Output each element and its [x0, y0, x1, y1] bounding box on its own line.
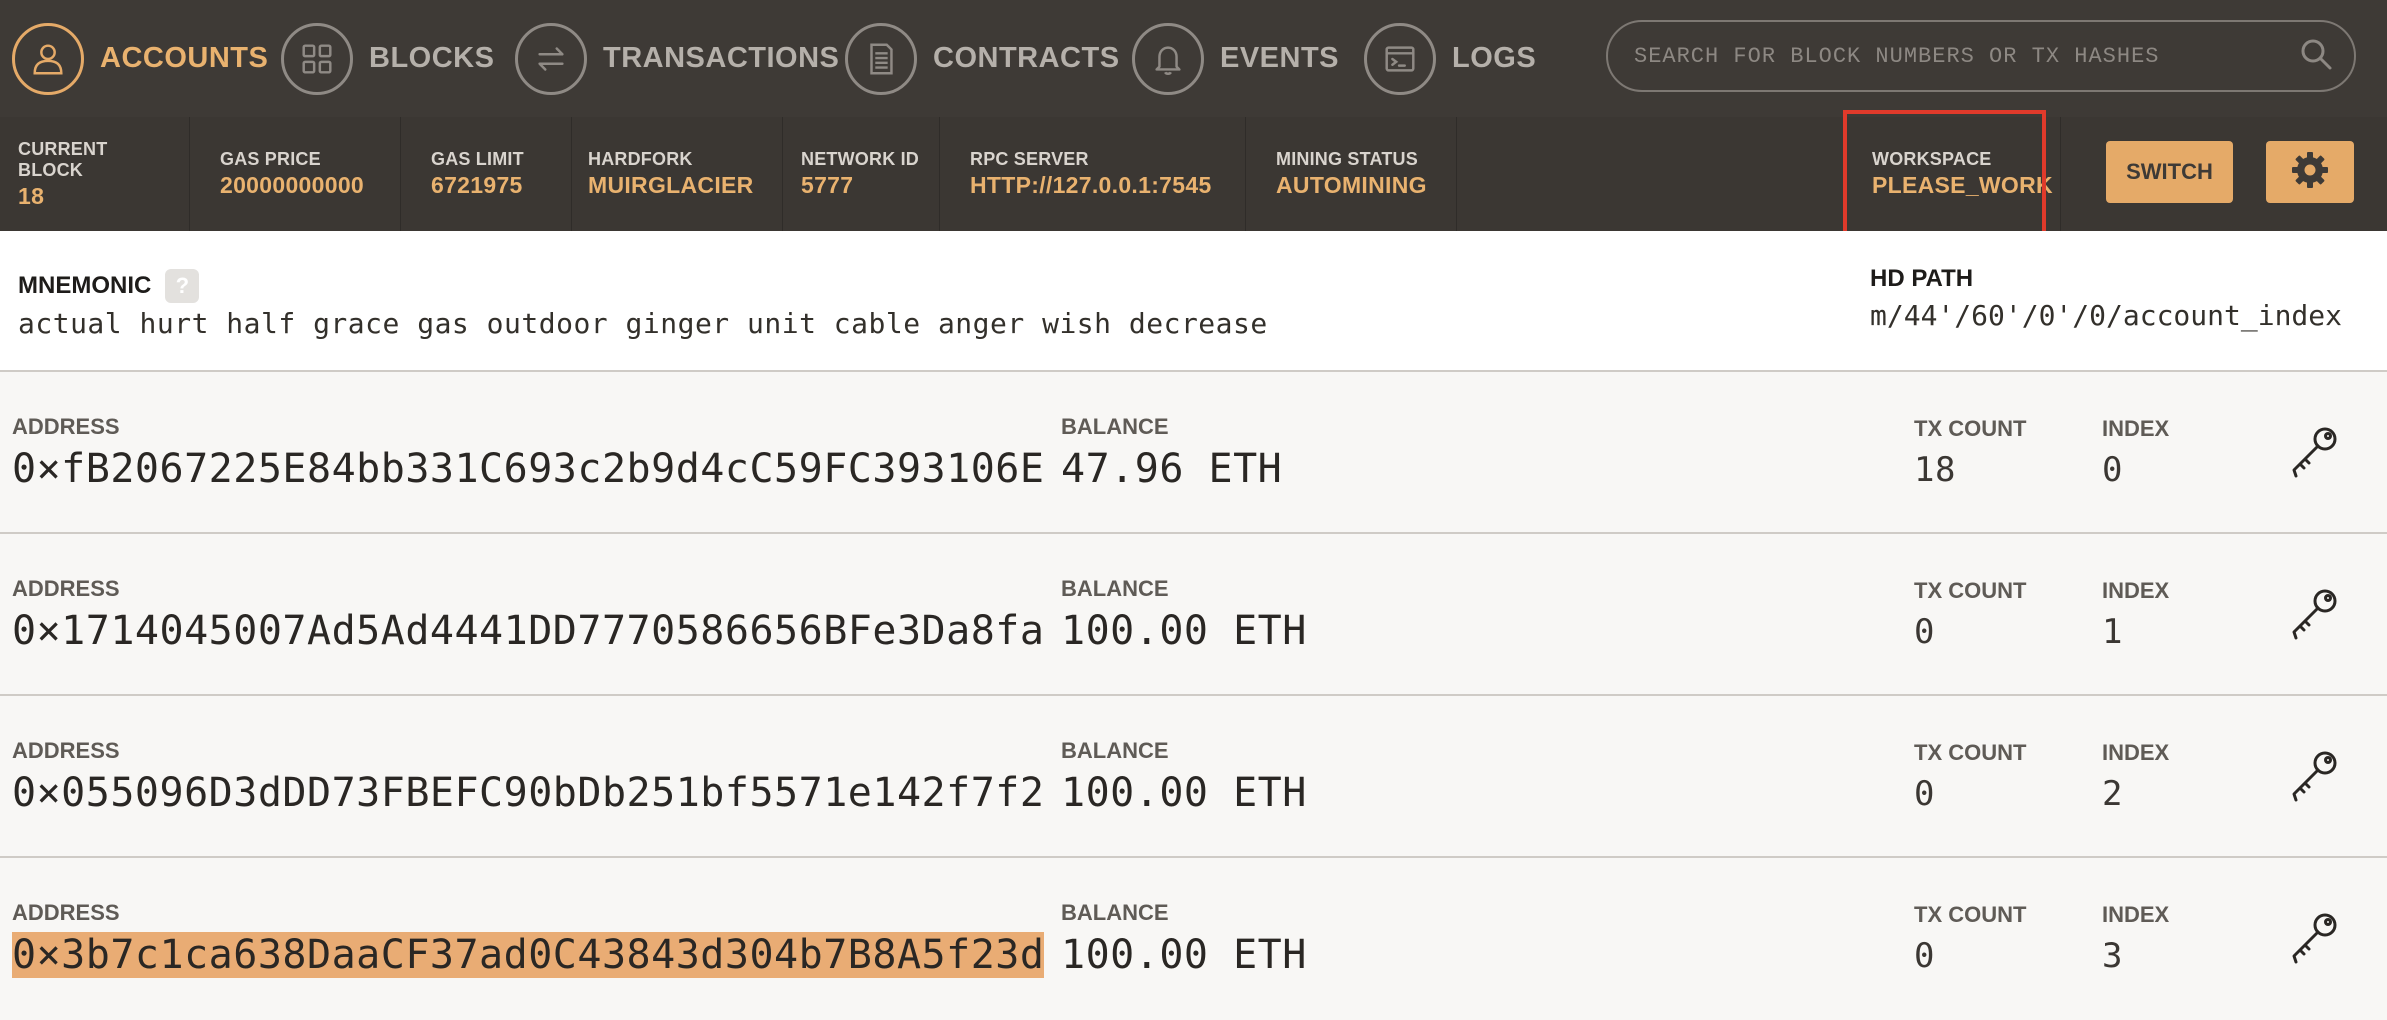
nav-label-accounts: ACCOUNTS [100, 42, 269, 74]
nav-label-contracts: CONTRACTS [933, 42, 1120, 74]
stat-value: 6721975 [431, 172, 523, 198]
nav-accounts[interactable]: ACCOUNTS [12, 0, 268, 117]
account-index: 0 [2102, 450, 2123, 490]
stat-workspace: WORKSPACE PLEASE_WORK [1854, 117, 2071, 231]
account-row: ADDRESS 0×3b7c1ca638DaaCF37ad0C43843d304… [0, 858, 2387, 1020]
mnemonic-title-row: MNEMONIC ? [18, 269, 200, 303]
tx-count-label: TX COUNT [1914, 740, 2027, 765]
stat-mining-status: MINING STATUS AUTOMINING [1246, 117, 1457, 231]
stat-network-id: NETWORK ID 5777 [783, 117, 940, 231]
nav-label-transactions: TRANSACTIONS [603, 42, 840, 74]
address-label: ADDRESS [12, 738, 120, 763]
tx-count-label: TX COUNT [1914, 902, 2027, 927]
stat-label: HARDFORK [588, 149, 693, 169]
nav-label-events: EVENTS [1220, 42, 1340, 74]
key-icon[interactable] [2282, 422, 2342, 482]
key-icon[interactable] [2282, 746, 2342, 806]
stat-value: 18 [18, 182, 45, 209]
nav-contracts[interactable]: CONTRACTS [845, 0, 1120, 117]
account-index: 2 [2102, 774, 2123, 814]
stat-label: WORKSPACE [1872, 149, 1992, 169]
address-label: ADDRESS [12, 414, 120, 439]
index-label: INDEX [2102, 578, 2170, 603]
address-label: ADDRESS [12, 900, 120, 925]
nav-blocks[interactable]: BLOCKS [281, 0, 494, 117]
gear-icon [2289, 149, 2331, 196]
account-balance: 100.00 ETH [1061, 608, 1307, 654]
key-icon[interactable] [2282, 908, 2342, 968]
search-bar [1606, 20, 2356, 92]
account-address[interactable]: 0×fB2067225E84bb331C693c2b9d4cC59FC39310… [12, 446, 1044, 492]
tx-count-label: TX COUNT [1914, 416, 2027, 441]
stat-gas-limit: GAS LIMIT 6721975 [401, 117, 572, 231]
balance-label: BALANCE [1061, 738, 1169, 763]
stat-label: NETWORK ID [801, 149, 919, 169]
accounts-list: ADDRESS 0×fB2067225E84bb331C693c2b9d4cC5… [0, 372, 2387, 1020]
nav-label-blocks: BLOCKS [369, 42, 495, 74]
search-input[interactable] [1634, 43, 2298, 69]
account-row: ADDRESS 0×055096D3dDD73FBEFC90bDb251bf55… [0, 696, 2387, 858]
balance-label: BALANCE [1061, 576, 1169, 601]
hd-path-title: HD PATH [1870, 265, 1974, 292]
stat-label: CURRENT BLOCK [18, 138, 108, 180]
tx-count-label: TX COUNT [1914, 578, 2027, 603]
document-icon [845, 22, 917, 95]
account-index: 3 [2102, 936, 2123, 976]
stat-value: 20000000000 [220, 172, 365, 198]
stat-label: RPC SERVER [970, 149, 1089, 169]
grid-icon [281, 22, 353, 95]
terminal-icon [1364, 22, 1436, 95]
divider [2060, 117, 2061, 231]
swap-arrows-icon [515, 22, 587, 95]
index-label: INDEX [2102, 902, 2170, 927]
account-tx-count: 18 [1914, 450, 1956, 490]
nav-logs[interactable]: LOGS [1364, 0, 1536, 117]
mnemonic-words: actual hurt half grace gas outdoor ginge… [18, 307, 1268, 340]
account-address[interactable]: 0×055096D3dDD73FBEFC90bDb251bf5571e142f7… [12, 770, 1044, 816]
index-label: INDEX [2102, 740, 2170, 765]
stat-label: GAS PRICE [220, 149, 321, 169]
mnemonic-panel: MNEMONIC ? actual hurt half grace gas ou… [0, 231, 2387, 372]
account-address-selected[interactable]: 0×3b7c1ca638DaaCF37ad0C43843d304b7B8A5f2… [12, 932, 1045, 978]
stat-label: MINING STATUS [1276, 149, 1418, 169]
balance-label: BALANCE [1061, 414, 1169, 439]
stat-gas-price: GAS PRICE 20000000000 [190, 117, 401, 231]
nav-label-logs: LOGS [1452, 42, 1537, 74]
stat-rpc-server: RPC SERVER HTTP://127.0.0.1:7545 [940, 117, 1246, 231]
stat-value: AUTOMINING [1276, 172, 1427, 198]
person-icon [12, 22, 84, 95]
hd-path-value: m/44'/60'/0'/0/account_index [1870, 299, 2343, 332]
stat-value: HTTP://127.0.0.1:7545 [970, 172, 1212, 198]
stat-hardfork: HARDFORK MUIRGLACIER [572, 117, 783, 231]
help-icon[interactable]: ? [165, 269, 200, 303]
index-label: INDEX [2102, 416, 2170, 441]
stat-label: GAS LIMIT [431, 149, 524, 169]
stat-current-block: CURRENT BLOCK 18 [0, 117, 190, 231]
settings-button[interactable] [2266, 141, 2354, 203]
search-icon[interactable] [2298, 36, 2334, 77]
balance-label: BALANCE [1061, 900, 1169, 925]
account-balance: 100.00 ETH [1061, 770, 1307, 816]
account-tx-count: 0 [1914, 612, 1935, 652]
stat-value: PLEASE_WORK [1872, 172, 2053, 198]
account-row: ADDRESS 0×fB2067225E84bb331C693c2b9d4cC5… [0, 372, 2387, 534]
key-icon[interactable] [2282, 584, 2342, 644]
status-bar: CURRENT BLOCK 18 GAS PRICE 20000000000 G… [0, 117, 2387, 231]
account-address[interactable]: 0×1714045007Ad5Ad4441DD7770586656BFe3Da8… [12, 608, 1044, 654]
account-tx-count: 0 [1914, 774, 1935, 814]
account-balance: 47.96 ETH [1061, 446, 1283, 492]
account-index: 1 [2102, 612, 2123, 652]
switch-button[interactable]: SWITCH [2106, 141, 2233, 203]
stat-value: MUIRGLACIER [588, 172, 754, 198]
stat-value: 5777 [801, 172, 854, 198]
account-row: ADDRESS 0×1714045007Ad5Ad4441DD777058665… [0, 534, 2387, 696]
top-navigation: ACCOUNTS BLOCKS TRANSACTIONS CONTRACTS E… [0, 0, 2387, 117]
account-balance: 100.00 ETH [1061, 932, 1307, 978]
address-label: ADDRESS [12, 576, 120, 601]
nav-transactions[interactable]: TRANSACTIONS [515, 0, 839, 117]
mnemonic-title: MNEMONIC [18, 272, 152, 299]
account-tx-count: 0 [1914, 936, 1935, 976]
nav-events[interactable]: EVENTS [1132, 0, 1339, 117]
bell-icon [1132, 22, 1204, 95]
